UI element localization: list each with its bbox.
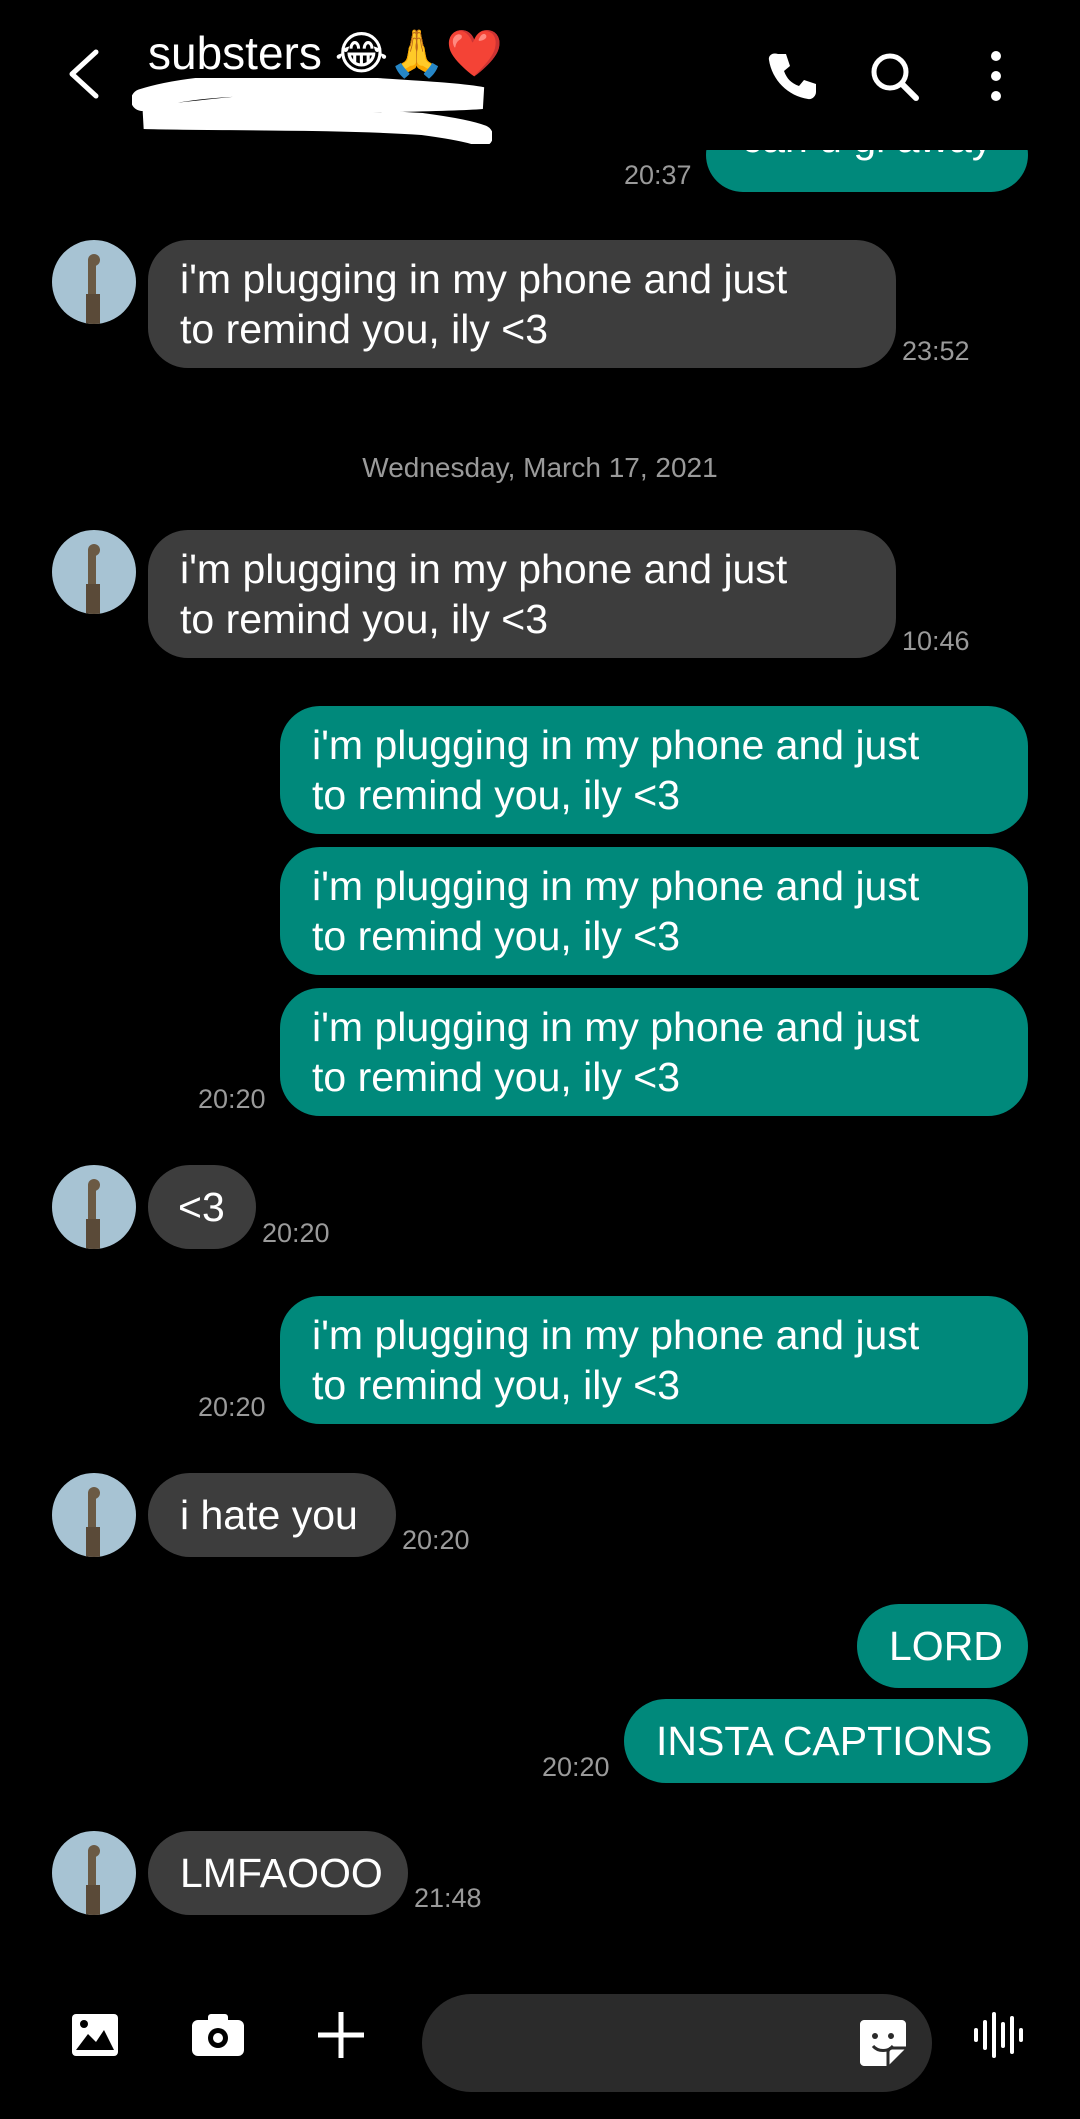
camera-icon[interactable]	[190, 2010, 246, 2065]
message-text: i'm plugging in my phone and just to rem…	[312, 722, 920, 818]
more-vert-icon[interactable]	[968, 48, 1024, 104]
phone-icon[interactable]	[764, 48, 820, 104]
message-text: i'm plugging in my phone and just to rem…	[180, 546, 788, 642]
avatar[interactable]	[52, 240, 136, 324]
avatar[interactable]	[52, 1831, 136, 1915]
outgoing-message[interactable]: i'm plugging in my phone and just to rem…	[280, 988, 1028, 1116]
message-input[interactable]	[422, 1994, 932, 2092]
voice-wave-icon[interactable]	[972, 2010, 1024, 2065]
message-text: i'm plugging in my phone and just to rem…	[312, 1312, 920, 1408]
image-icon[interactable]	[70, 2010, 120, 2065]
incoming-message[interactable]: i hate you	[148, 1473, 396, 1557]
message-time: 20:20	[198, 1084, 266, 1114]
message-time: 20:37	[624, 160, 692, 190]
plus-icon[interactable]	[316, 2010, 366, 2065]
message-time: 23:52	[902, 336, 970, 366]
outgoing-message[interactable]: i'm plugging in my phone and just to rem…	[280, 847, 1028, 975]
message-time: 20:20	[262, 1218, 330, 1248]
outgoing-message[interactable]: LORD	[857, 1604, 1028, 1688]
message-time: 21:48	[414, 1883, 482, 1913]
avatar[interactable]	[52, 1165, 136, 1249]
date-separator: Wednesday, March 17, 2021	[362, 452, 718, 483]
message-time: 20:20	[402, 1525, 470, 1555]
message-list[interactable]: can u gi away 20:37 i'm plugging in my p…	[0, 0, 1080, 1970]
incoming-message[interactable]: LMFAOOO	[148, 1831, 408, 1915]
search-icon[interactable]	[866, 48, 922, 104]
message-time: 10:46	[902, 626, 970, 656]
incoming-message[interactable]: <3	[148, 1165, 256, 1249]
message-text: i'm plugging in my phone and just to rem…	[312, 863, 920, 959]
avatar[interactable]	[52, 1473, 136, 1557]
redaction-scribble	[132, 78, 492, 144]
outgoing-message[interactable]: i'm plugging in my phone and just to rem…	[280, 1296, 1028, 1424]
back-arrow-icon[interactable]	[62, 48, 106, 100]
message-text: LMFAOOO	[180, 1850, 383, 1896]
message-text: i'm plugging in my phone and just to rem…	[180, 256, 788, 352]
incoming-message[interactable]: i'm plugging in my phone and just to rem…	[148, 530, 896, 658]
message-text: <3	[178, 1184, 225, 1230]
chat-header: substers 😂🙏❤️	[0, 0, 1080, 150]
message-time: 20:20	[542, 1752, 610, 1782]
avatar[interactable]	[52, 530, 136, 614]
incoming-message[interactable]: i'm plugging in my phone and just to rem…	[148, 240, 896, 368]
message-text: LORD	[889, 1623, 1003, 1669]
outgoing-message[interactable]: INSTA CAPTIONS	[624, 1699, 1028, 1783]
message-time: 20:20	[198, 1392, 266, 1422]
message-text: i hate you	[180, 1492, 358, 1538]
message-text: i'm plugging in my phone and just to rem…	[312, 1004, 920, 1100]
sticker-icon[interactable]	[858, 2018, 908, 2073]
outgoing-message[interactable]: i'm plugging in my phone and just to rem…	[280, 706, 1028, 834]
conversation-title[interactable]: substers 😂🙏❤️	[148, 26, 503, 81]
message-text: INSTA CAPTIONS	[656, 1718, 993, 1764]
